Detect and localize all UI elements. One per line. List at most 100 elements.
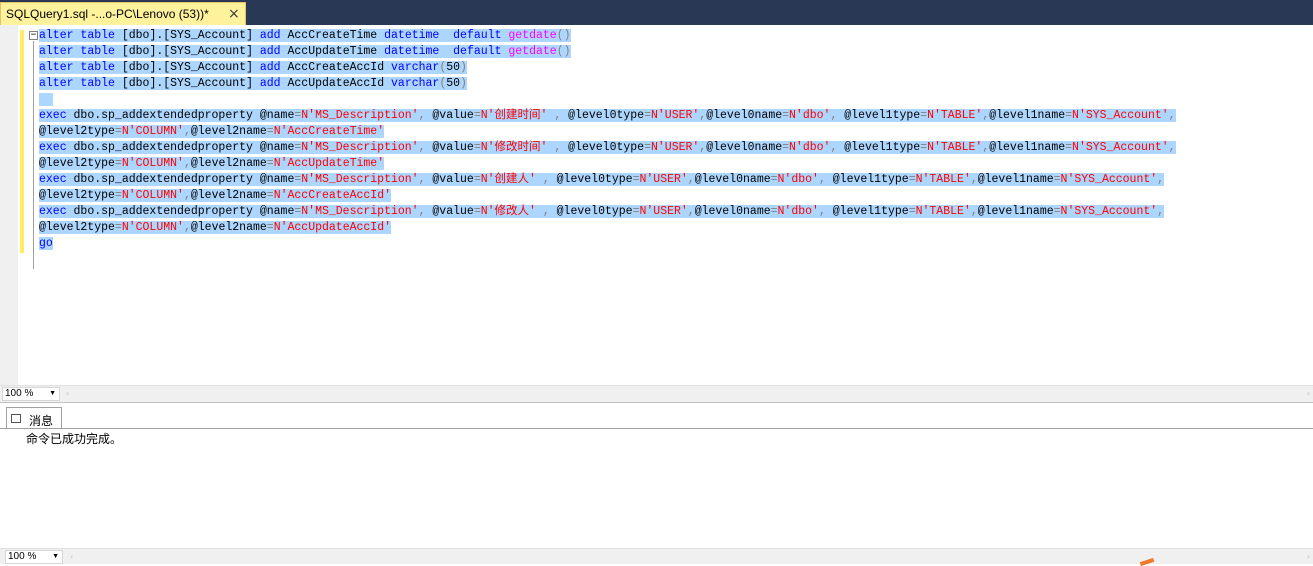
code-token: = bbox=[908, 205, 916, 218]
code-token: @level0name bbox=[694, 173, 771, 186]
code-line[interactable]: alter table [dbo].[SYS_Account] add AccU… bbox=[39, 76, 1176, 92]
code-token: , bbox=[418, 141, 433, 154]
messages-icon bbox=[11, 414, 21, 423]
code-token: = bbox=[114, 221, 122, 234]
code-token: N'SYS_Account' bbox=[1072, 141, 1169, 154]
code-token: , bbox=[418, 205, 433, 218]
results-zoom-select[interactable]: 100 % ▼ bbox=[5, 550, 63, 564]
code-token: = bbox=[266, 125, 274, 138]
code-line[interactable]: alter table [dbo].[SYS_Account] add AccU… bbox=[39, 44, 1176, 60]
code-token: () bbox=[556, 45, 571, 58]
code-line[interactable]: @level2type=N'COLUMN',@level2name=N'AccC… bbox=[39, 188, 1176, 204]
code-token: , bbox=[687, 205, 695, 218]
code-token: alter bbox=[39, 77, 74, 90]
code-line[interactable]: @level2type=N'COLUMN',@level2name=N'AccU… bbox=[39, 156, 1176, 172]
code-line[interactable]: go bbox=[39, 236, 1176, 252]
code-token: table bbox=[80, 45, 115, 58]
code-token: [dbo]. bbox=[114, 29, 164, 42]
code-token: = bbox=[644, 109, 651, 122]
tab-title: SQLQuery1.sql -...o-PC\Lenovo (53))* bbox=[6, 7, 209, 21]
code-token: default bbox=[453, 29, 502, 42]
code-token: @level0name bbox=[706, 141, 783, 154]
code-token: @value bbox=[432, 109, 474, 122]
code-token: datetime bbox=[384, 29, 440, 42]
code-token: alter bbox=[39, 29, 74, 42]
tab-messages[interactable]: 消息 bbox=[6, 407, 62, 429]
code-token: , bbox=[970, 205, 978, 218]
code-token: , bbox=[418, 109, 433, 122]
code-token: = bbox=[114, 125, 122, 138]
collapse-outline-icon[interactable]: − bbox=[29, 31, 38, 40]
code-line[interactable] bbox=[39, 92, 1176, 108]
code-token: = bbox=[114, 157, 122, 170]
code-token: , bbox=[183, 157, 191, 170]
code-token: , bbox=[818, 173, 833, 186]
code-token: [dbo]. bbox=[114, 77, 164, 90]
code-token: add bbox=[259, 77, 281, 90]
code-token: table bbox=[80, 29, 115, 42]
editor-zoom-select[interactable]: 100 % ▼ bbox=[2, 387, 60, 401]
code-token: @level1name bbox=[989, 141, 1066, 154]
code-line[interactable]: exec dbo.sp_addextendedproperty @name=N'… bbox=[39, 140, 1176, 156]
code-line[interactable]: exec dbo.sp_addextendedproperty @name=N'… bbox=[39, 108, 1176, 124]
code-token: [SYS_Account] bbox=[163, 61, 260, 74]
code-token: = bbox=[473, 173, 481, 186]
outline-guide bbox=[33, 41, 34, 269]
code-token: = bbox=[266, 221, 274, 234]
code-token: , bbox=[547, 141, 569, 154]
code-token: @level2type bbox=[39, 157, 115, 170]
code-line[interactable]: @level2type=N'COLUMN',@level2name=N'AccC… bbox=[39, 124, 1176, 140]
selected-text: exec dbo.sp_addextendedproperty @name=N'… bbox=[39, 141, 1176, 154]
change-tracking-bar bbox=[20, 30, 24, 253]
tab-sqlquery1[interactable]: SQLQuery1.sql -...o-PC\Lenovo (53))* × bbox=[0, 2, 246, 25]
code-line[interactable]: alter table [dbo].[SYS_Account] add AccC… bbox=[39, 28, 1176, 44]
scroll-left-icon[interactable]: ‹ bbox=[70, 552, 73, 561]
code-token: datetime bbox=[384, 45, 440, 58]
code-token: exec bbox=[39, 205, 67, 218]
code-token: @value bbox=[432, 205, 474, 218]
code-line[interactable]: @level2type=N'COLUMN',@level2name=N'AccU… bbox=[39, 220, 1176, 236]
code-token: @level0type bbox=[556, 205, 633, 218]
code-token: @value bbox=[432, 141, 474, 154]
selected-text: exec dbo.sp_addextendedproperty @name=N'… bbox=[39, 205, 1165, 218]
code-token: dbo.sp_addextendedproperty @name bbox=[66, 173, 295, 186]
editor-horizontal-scrollbar[interactable]: 100 % ▼ ‹ › bbox=[0, 385, 1313, 402]
code-token: @level0name bbox=[706, 109, 783, 122]
code-token: , bbox=[418, 173, 433, 186]
code-token: , bbox=[1157, 205, 1165, 218]
code-token: alter bbox=[39, 61, 74, 74]
scroll-left-icon[interactable]: ‹ bbox=[66, 389, 69, 398]
code-line[interactable]: alter table [dbo].[SYS_Account] add AccC… bbox=[39, 60, 1176, 76]
tab-messages-label: 消息 bbox=[29, 414, 54, 428]
code-token: AccCreateTime bbox=[280, 29, 385, 42]
scroll-right-icon[interactable]: › bbox=[1307, 552, 1310, 561]
code-token: default bbox=[453, 45, 502, 58]
code-text[interactable]: alter table [dbo].[SYS_Account] add AccC… bbox=[39, 28, 1176, 252]
code-token: @level2name bbox=[190, 189, 267, 202]
close-icon[interactable]: × bbox=[228, 5, 240, 23]
code-token: [SYS_Account] bbox=[163, 29, 260, 42]
code-token: () bbox=[556, 29, 571, 42]
code-token: , bbox=[1168, 141, 1176, 154]
code-token: = bbox=[473, 205, 481, 218]
results-horizontal-scrollbar[interactable]: 100 % ▼ ‹ › bbox=[0, 548, 1313, 564]
code-token: = bbox=[114, 189, 122, 202]
scroll-right-icon[interactable]: › bbox=[1307, 389, 1310, 398]
selected-text: exec dbo.sp_addextendedproperty @name=N'… bbox=[39, 109, 1176, 122]
query-editor[interactable]: − alter table [dbo].[SYS_Account] add Ac… bbox=[0, 25, 1313, 385]
chevron-down-icon: ▼ bbox=[52, 553, 59, 560]
code-token: @level0name bbox=[694, 205, 771, 218]
code-token: , bbox=[1168, 109, 1176, 122]
code-token: @level1type bbox=[844, 109, 921, 122]
results-zoom-value: 100 % bbox=[8, 551, 37, 562]
results-pane: 消息 命令已成功完成。 bbox=[0, 402, 1313, 548]
selected-text: @level2type=N'COLUMN',@level2name=N'AccC… bbox=[39, 189, 392, 202]
code-line[interactable]: exec dbo.sp_addextendedproperty @name=N'… bbox=[39, 204, 1176, 220]
code-token: N'COLUMN' bbox=[121, 125, 184, 138]
selected-text: alter table [dbo].[SYS_Account] add AccU… bbox=[39, 45, 571, 58]
code-token: = bbox=[266, 157, 274, 170]
code-token: N'MS_Description' bbox=[301, 109, 419, 122]
code-token: @level0type bbox=[568, 109, 645, 122]
code-token: @level1type bbox=[844, 141, 921, 154]
code-line[interactable]: exec dbo.sp_addextendedproperty @name=N'… bbox=[39, 172, 1176, 188]
